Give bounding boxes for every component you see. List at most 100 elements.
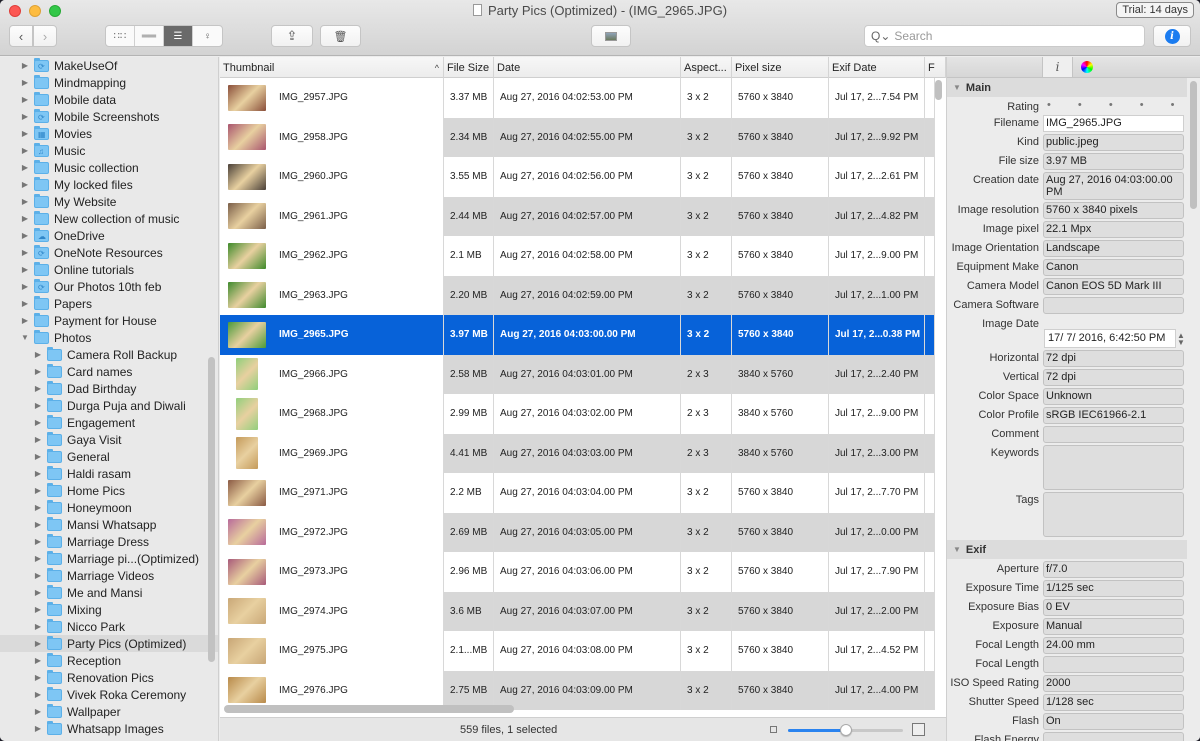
table-row[interactable]: IMG_2968.JPG 2.99 MB Aug 27, 2016 04:03:02… [220, 394, 946, 434]
rating-stars[interactable]: • • • • • [1043, 99, 1186, 111]
disclosure-closed-icon[interactable]: ▶ [20, 299, 30, 308]
inspector-tab-blank[interactable] [947, 57, 1043, 77]
date-stepper-icon[interactable]: ▲ ▼ [1177, 332, 1185, 348]
table-horizontal-scrollbar[interactable] [224, 705, 514, 713]
sidebar-folder-item[interactable]: ▶ Reception [0, 652, 218, 669]
disclosure-closed-icon[interactable]: ▶ [33, 486, 43, 495]
disclosure-closed-icon[interactable]: ▶ [20, 248, 30, 257]
disclosure-closed-icon[interactable]: ▶ [20, 282, 30, 291]
field-value[interactable]: public.jpeg [1043, 134, 1184, 151]
field-value[interactable]: Canon [1043, 259, 1184, 276]
disclosure-closed-icon[interactable]: ▶ [33, 367, 43, 376]
sidebar-folder-item[interactable]: ▶ ▦ Movies [0, 125, 218, 142]
disclosure-closed-icon[interactable]: ▶ [20, 163, 30, 172]
sidebar-folder-item[interactable]: ▶ Payment for House [0, 312, 218, 329]
sidebar-folder-item[interactable]: ▶ ⟳ Our Photos 10th feb [0, 278, 218, 295]
disclosure-closed-icon[interactable]: ▶ [33, 469, 43, 478]
field-value[interactable]: 3.97 MB [1043, 153, 1184, 170]
sidebar-folder-item[interactable]: ▶ General [0, 448, 218, 465]
field-value[interactable]: Unknown [1043, 388, 1184, 405]
sidebar-folder-item[interactable]: ▶ Whatsapp Images [0, 720, 218, 737]
sidebar-folder-item[interactable]: ▶ Marriage pi...(Optimized) [0, 550, 218, 567]
trial-badge[interactable]: Trial: 14 days [1116, 2, 1194, 18]
sidebar-folder-item[interactable]: ▶ Mindmapping [0, 74, 218, 91]
sidebar-folder-item[interactable]: ▶ Renovation Pics [0, 669, 218, 686]
field-value[interactable]: 2000 [1043, 675, 1184, 692]
sidebar-folder-item[interactable]: ▶ Mixing [0, 601, 218, 618]
disclosure-closed-icon[interactable]: ▶ [20, 214, 30, 223]
disclosure-closed-icon[interactable]: ▶ [33, 588, 43, 597]
share-button[interactable]: ⇪ [271, 25, 313, 47]
disclosure-closed-icon[interactable]: ▶ [20, 129, 30, 138]
field-value[interactable]: Aug 27, 2016 04:03:00.00 PM [1043, 172, 1184, 200]
disclosure-closed-icon[interactable]: ▶ [33, 622, 43, 631]
disclosure-closed-icon[interactable]: ▶ [33, 605, 43, 614]
table-row[interactable]: IMG_2975.JPG 2.1...MB Aug 27, 2016 04:03:0… [220, 631, 946, 671]
disclosure-closed-icon[interactable]: ▶ [33, 520, 43, 529]
disclosure-closed-icon[interactable]: ▶ [33, 537, 43, 546]
table-row[interactable]: IMG_2965.JPG 3.97 MB Aug 27, 2016 04:03:00… [220, 315, 946, 355]
disclosure-closed-icon[interactable]: ▶ [33, 656, 43, 665]
disclosure-closed-icon[interactable]: ▶ [33, 350, 43, 359]
sidebar-folder-item[interactable]: ▶ Music collection [0, 159, 218, 176]
slideshow-button[interactable] [591, 25, 631, 47]
field-value[interactable] [1043, 656, 1184, 673]
disclosure-open-icon[interactable]: ▼ [20, 333, 30, 342]
disclosure-closed-icon[interactable]: ▶ [20, 316, 30, 325]
disclosure-closed-icon[interactable]: ▶ [20, 265, 30, 274]
disclosure-closed-icon[interactable]: ▶ [33, 384, 43, 393]
disclosure-closed-icon[interactable]: ▶ [20, 180, 30, 189]
sidebar-folder-item[interactable]: ▶ Card names [0, 363, 218, 380]
disclosure-closed-icon[interactable]: ▶ [33, 673, 43, 682]
disclosure-closed-icon[interactable]: ▶ [33, 401, 43, 410]
table-row[interactable]: IMG_2958.JPG 2.34 MB Aug 27, 2016 04:02:55… [220, 117, 946, 157]
info-button[interactable]: i [1153, 25, 1191, 47]
search-field[interactable]: Q⌄ Search [864, 25, 1145, 47]
sidebar-folder-item[interactable]: ▶ Dad Birthday [0, 380, 218, 397]
sidebar-folder-item[interactable]: ▶ New collection of music [0, 210, 218, 227]
column-header-f[interactable]: F [925, 57, 946, 78]
column-header-aspect[interactable]: Aspect... [681, 57, 732, 78]
sidebar-folder-item[interactable]: ▶ Marriage Dress [0, 533, 218, 550]
table-row[interactable]: IMG_2969.JPG 4.41 MB Aug 27, 2016 04:03:03… [220, 433, 946, 473]
disclosure-closed-icon[interactable]: ▶ [20, 78, 30, 87]
sidebar-folder-item[interactable]: ▶ Camera Roll Backup [0, 346, 218, 363]
table-row[interactable]: IMG_2966.JPG 2.58 MB Aug 27, 2016 04:03:01… [220, 354, 946, 394]
table-row[interactable]: IMG_2963.JPG 2.20 MB Aug 27, 2016 04:02:59… [220, 275, 946, 315]
section-main-header[interactable]: ▼ Main [947, 78, 1187, 97]
field-value[interactable] [1043, 297, 1184, 314]
field-value[interactable]: IMG_2965.JPG [1043, 115, 1184, 132]
disclosure-closed-icon[interactable]: ▶ [20, 95, 30, 104]
field-value[interactable]: 5760 x 3840 pixels [1043, 202, 1184, 219]
field-value[interactable]: Landscape [1043, 240, 1184, 257]
image-date-picker[interactable]: 17/ 7/ 2016, 6:42:50 PM [1044, 329, 1176, 348]
sidebar-folder-item[interactable]: ▶ Durga Puja and Diwali [0, 397, 218, 414]
field-value[interactable]: 72 dpi [1043, 369, 1184, 386]
field-value[interactable]: f/7.0 [1043, 561, 1184, 578]
sidebar-folder-item[interactable]: ▶ Engagement [0, 414, 218, 431]
disclosure-closed-icon[interactable]: ▶ [33, 571, 43, 580]
table-row[interactable]: IMG_2973.JPG 2.96 MB Aug 27, 2016 04:03:06… [220, 552, 946, 592]
field-value[interactable]: 22.1 Mpx [1043, 221, 1184, 238]
field-value[interactable]: sRGB IEC61966-2.1 [1043, 407, 1184, 424]
inspector-tab-color[interactable] [1073, 57, 1101, 77]
section-exif-header[interactable]: ▼ Exif [947, 540, 1187, 559]
sidebar-folder-item[interactable]: ▶ Mansi Whatsapp [0, 516, 218, 533]
column-header-date[interactable]: Date [494, 57, 681, 78]
sidebar-folder-item[interactable]: ▶ Nicco Park [0, 618, 218, 635]
field-value[interactable]: On [1043, 713, 1184, 730]
tags-field[interactable] [1043, 492, 1184, 537]
sidebar-folder-item[interactable]: ▶ My Website [0, 193, 218, 210]
table-row[interactable]: IMG_2960.JPG 3.55 MB Aug 27, 2016 04:02:56… [220, 157, 946, 197]
field-value[interactable] [1043, 732, 1184, 741]
table-row[interactable]: IMG_2971.JPG 2.2 MB Aug 27, 2016 04:03:04.… [220, 473, 946, 513]
keywords-field[interactable] [1043, 445, 1184, 490]
sidebar-folder-item[interactable]: ▶ Party Pics (Optimized) [0, 635, 218, 652]
disclosure-closed-icon[interactable]: ▶ [33, 435, 43, 444]
inspector-scrollbar[interactable] [1190, 81, 1197, 209]
disclosure-closed-icon[interactable]: ▶ [20, 112, 30, 121]
sidebar-folder-item[interactable]: ▶ ♫ Music [0, 142, 218, 159]
slider-knob[interactable] [839, 724, 852, 736]
field-value[interactable]: 72 dpi [1043, 350, 1184, 367]
sidebar-folder-item[interactable]: ▶ ⟳ Mobile Screenshots [0, 108, 218, 125]
